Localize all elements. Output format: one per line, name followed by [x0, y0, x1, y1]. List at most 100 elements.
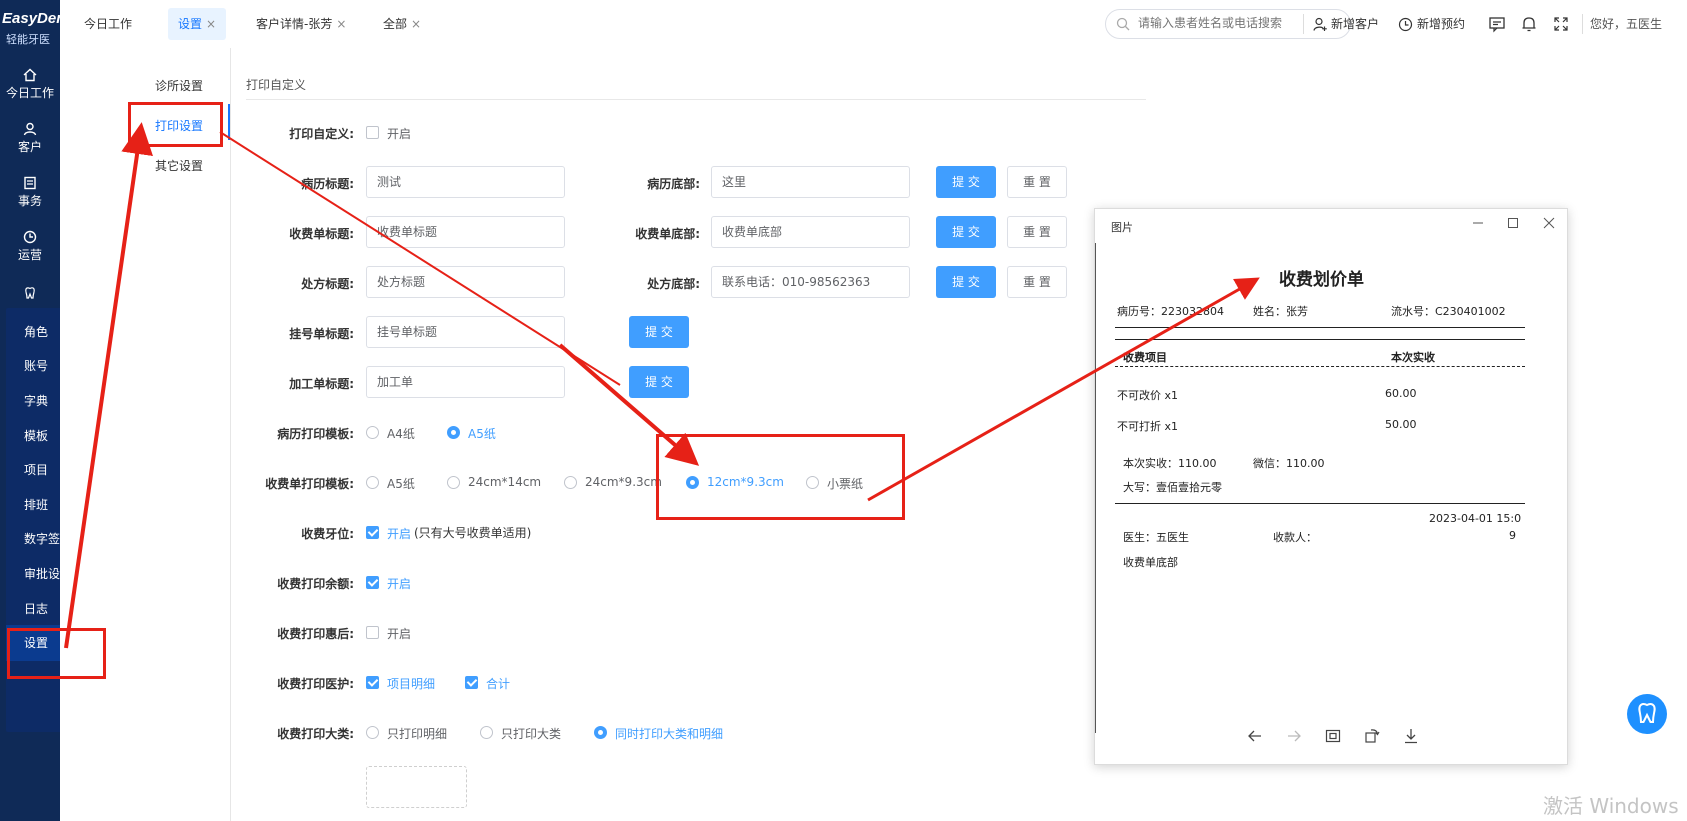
- fee-reset-button[interactable]: 重 置: [1007, 216, 1067, 248]
- fee-template-24x9-radio[interactable]: [564, 476, 577, 489]
- fee-medical-total-checkbox[interactable]: [465, 676, 478, 689]
- minimize-icon[interactable]: [1470, 215, 1486, 231]
- prescription-footer-input[interactable]: 联系电话：010-98562363: [711, 266, 910, 298]
- print-custom-option[interactable]: 开启: [387, 125, 411, 142]
- record-template-a5-option[interactable]: A5纸: [468, 425, 496, 442]
- nav-item-customer[interactable]: 客户: [0, 120, 60, 166]
- nav-item-label: 客户: [17, 140, 42, 154]
- fee-discount-checkbox[interactable]: [366, 626, 379, 639]
- fee-category-category-radio[interactable]: [480, 726, 493, 739]
- divider: [1095, 243, 1096, 733]
- record-footer-input[interactable]: 这里: [711, 166, 910, 198]
- fee-tooth-checkbox[interactable]: [366, 526, 379, 539]
- print-custom-checkbox[interactable]: [366, 126, 379, 139]
- fee-category-category-option[interactable]: 只打印大类: [501, 725, 561, 742]
- new-appointment-button[interactable]: 新增预约: [1398, 14, 1465, 34]
- tab-all[interactable]: 全部 ×: [373, 8, 431, 40]
- process-title-input[interactable]: 加工单: [366, 366, 565, 398]
- close-icon[interactable]: ×: [206, 17, 216, 31]
- fit-screen-icon[interactable]: [1324, 727, 1342, 745]
- receipt-record-no: 病历号：22303280​4: [1117, 305, 1224, 318]
- divider: [1115, 339, 1525, 340]
- nav-item-tooth[interactable]: [0, 284, 60, 306]
- fee-submit-button[interactable]: 提 交: [936, 216, 996, 248]
- nav-item-tasks[interactable]: 事务: [0, 174, 60, 220]
- section-title: 打印自定义: [246, 78, 307, 92]
- message-icon[interactable]: [1488, 15, 1506, 33]
- receipt-item-name: 不可改价 x1: [1117, 389, 1179, 402]
- fee-medical-total-option[interactable]: 合计: [486, 675, 510, 692]
- fee-medical-detail-checkbox[interactable]: [366, 676, 379, 689]
- settings-nav-clinic[interactable]: 诊所设置: [155, 77, 203, 94]
- fee-medical-detail-option[interactable]: 项目明细: [387, 675, 435, 692]
- fee-tooth-option[interactable]: 开启: [387, 525, 411, 542]
- maximize-icon[interactable]: [1505, 215, 1521, 231]
- process-submit-button[interactable]: 提 交: [629, 366, 689, 398]
- fee-footer-input[interactable]: 收费单底部: [711, 216, 910, 248]
- tab-customer-detail[interactable]: 客户详情-张芳 ×: [246, 8, 356, 40]
- fee-title-input[interactable]: 收费单标题: [366, 216, 565, 248]
- fee-template-a5-option[interactable]: A5纸: [387, 475, 415, 492]
- record-title-input[interactable]: 测试: [366, 166, 565, 198]
- fee-title-label: 收费单标题:: [289, 227, 354, 241]
- record-reset-button[interactable]: 重 置: [1007, 166, 1067, 198]
- annotation-box-print-settings: [128, 102, 223, 147]
- process-title-label: 加工单标题:: [289, 377, 354, 391]
- prescription-reset-button[interactable]: 重 置: [1007, 266, 1067, 298]
- receipt-doctor: 医生：五医生: [1123, 531, 1189, 544]
- registration-title-label: 挂号单标题:: [289, 327, 354, 341]
- registration-title-input[interactable]: 挂号单标题: [366, 316, 565, 348]
- home-icon: [23, 68, 37, 82]
- record-template-a5-radio[interactable]: [447, 426, 460, 439]
- receipt-name: 姓名：张芳: [1253, 305, 1308, 318]
- fee-category-both-option[interactable]: 同时打印大类和明细: [615, 725, 723, 742]
- bell-icon[interactable]: [1520, 15, 1538, 33]
- receipt-total: 本次实收：110.00: [1123, 457, 1217, 470]
- receipt-footer: 收费单底部: [1123, 556, 1178, 569]
- new-customer-button[interactable]: 新增客户: [1313, 14, 1379, 34]
- fullscreen-icon[interactable]: [1552, 15, 1570, 33]
- search-input[interactable]: [1136, 15, 1340, 31]
- fee-category-detail-radio[interactable]: [366, 726, 379, 739]
- fee-balance-option[interactable]: 开启: [387, 575, 411, 592]
- fee-template-24x9-option[interactable]: 24cm*9.3cm: [585, 475, 662, 489]
- fee-medical-label: 收费打印医护:: [277, 677, 354, 691]
- fee-template-label: 收费单打印模板:: [265, 477, 354, 491]
- settings-nav-other[interactable]: 其它设置: [155, 157, 203, 174]
- fee-balance-checkbox[interactable]: [366, 576, 379, 589]
- close-icon[interactable]: ×: [336, 17, 346, 31]
- user-greeting[interactable]: 您好，五医生: [1590, 14, 1662, 34]
- record-template-a4-option[interactable]: A4纸: [387, 425, 415, 442]
- close-icon[interactable]: [1541, 215, 1557, 231]
- tab-settings[interactable]: 设置 ×: [168, 8, 227, 40]
- rotate-icon[interactable]: [1363, 727, 1381, 745]
- download-icon[interactable]: [1402, 727, 1420, 745]
- fee-discount-option[interactable]: 开启: [387, 625, 411, 642]
- registration-submit-button[interactable]: 提 交: [629, 316, 689, 348]
- fee-template-24x14-radio[interactable]: [447, 476, 460, 489]
- fee-category-both-radio[interactable]: [594, 726, 607, 739]
- fee-category-detail-option[interactable]: 只打印明细: [387, 725, 447, 742]
- image-preview-window: 图片 收费划价单 病历号：22303280​4 姓名：张芳 流水号：C23040…: [1094, 208, 1568, 765]
- prescription-title-input[interactable]: 处方标题: [366, 266, 565, 298]
- add-user-icon: [1313, 17, 1327, 31]
- tab-label: 客户详情-张芳: [256, 17, 333, 31]
- back-arrow-icon[interactable]: [1246, 727, 1264, 745]
- forward-arrow-icon[interactable]: [1285, 727, 1303, 745]
- divider: [1115, 327, 1525, 328]
- fee-template-24x14-option[interactable]: 24cm*14cm: [468, 475, 541, 489]
- divider: [246, 99, 1146, 100]
- record-template-a4-radio[interactable]: [366, 426, 379, 439]
- tab-today[interactable]: 今日工作: [74, 8, 142, 40]
- receipt-col-item: 收费项目: [1123, 351, 1167, 364]
- close-icon[interactable]: ×: [411, 17, 421, 31]
- nav-item-today[interactable]: 今日工作: [0, 66, 60, 112]
- upload-area[interactable]: [366, 766, 467, 808]
- record-footer-label: 病历底部:: [647, 177, 700, 191]
- prescription-submit-button[interactable]: 提 交: [936, 266, 996, 298]
- record-submit-button[interactable]: 提 交: [936, 166, 996, 198]
- fee-template-a5-radio[interactable]: [366, 476, 379, 489]
- floating-assistant-button[interactable]: [1627, 694, 1667, 734]
- tab-label: 全部: [383, 17, 408, 31]
- nav-item-operations[interactable]: 运营: [0, 228, 60, 274]
